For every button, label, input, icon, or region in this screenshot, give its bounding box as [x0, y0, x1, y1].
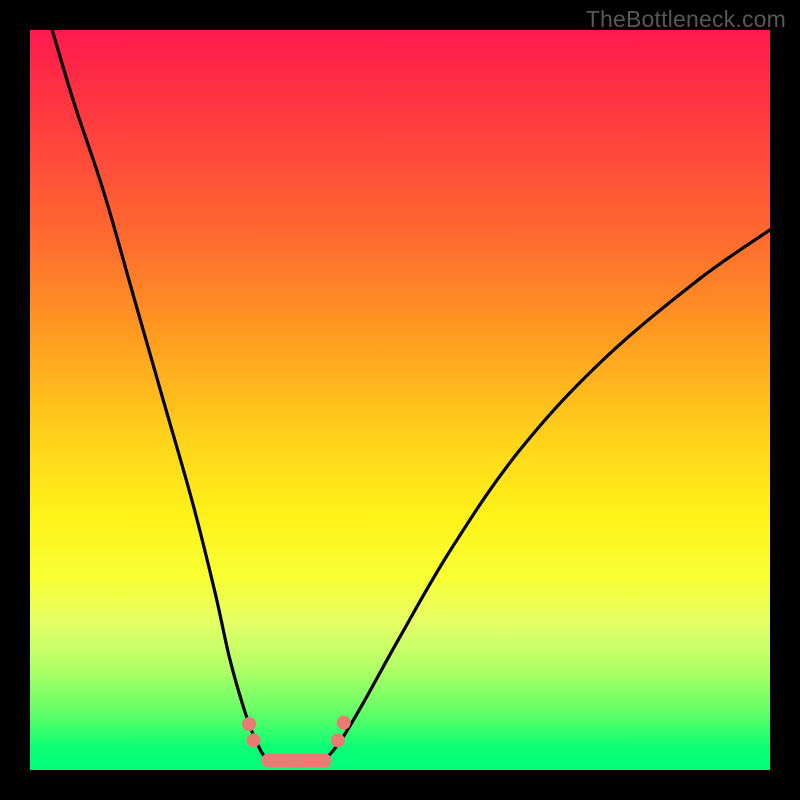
bottleneck-curve	[52, 30, 770, 766]
curve-layer	[30, 30, 770, 770]
watermark-text: TheBottleneck.com	[586, 6, 786, 33]
plot-area	[30, 30, 770, 770]
marker-beads	[242, 716, 351, 761]
outer-frame: TheBottleneck.com	[0, 0, 800, 800]
